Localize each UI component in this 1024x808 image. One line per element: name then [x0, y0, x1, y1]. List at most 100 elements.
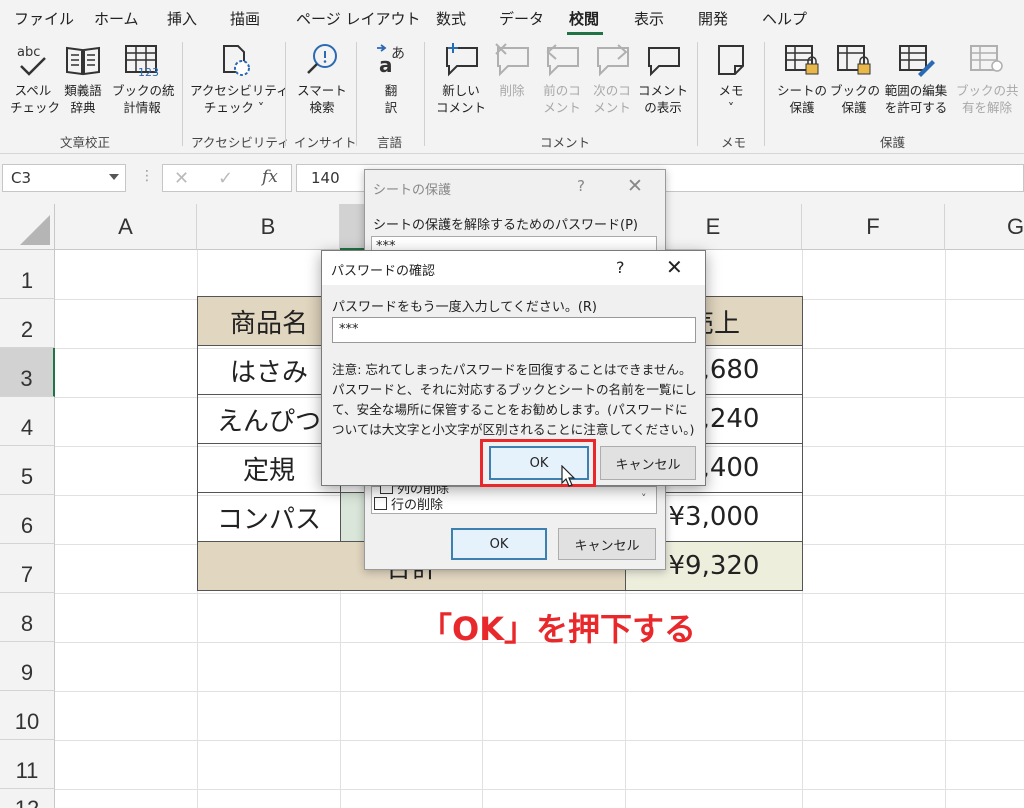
workbook-stats-label: ブックの統 計情報	[112, 83, 175, 115]
menu-draw[interactable]: 描画	[230, 8, 260, 29]
spell-icon-text: abc	[17, 45, 40, 60]
insert-function-icon[interactable]: fx	[262, 167, 278, 187]
thesaurus-button[interactable]: 類義語 辞典	[60, 42, 106, 116]
book-icon	[66, 46, 100, 76]
menu-insert[interactable]: 挿入	[167, 8, 197, 29]
instruction-annotation: 「OK」を押下する	[420, 610, 697, 648]
row-header-11[interactable]: 11	[0, 740, 55, 789]
gridline	[945, 250, 946, 808]
gridline	[55, 789, 1024, 790]
protect-sheet-button[interactable]: シートの 保護	[776, 42, 828, 116]
row-header-7[interactable]: 7	[0, 544, 55, 593]
name-box-value: C3	[11, 169, 32, 187]
group-comments-label: コメント	[540, 135, 591, 150]
row-header-10[interactable]: 10	[0, 691, 55, 740]
protect-dialog-title: シートの保護	[373, 183, 452, 198]
protect-cancel-button[interactable]: キャンセル	[558, 528, 656, 560]
menu-review[interactable]: 校閲	[569, 8, 599, 29]
list-item[interactable]: 行の削除	[374, 494, 443, 513]
protect-ok-button[interactable]: OK	[451, 528, 547, 560]
column-header-a[interactable]: A	[55, 204, 197, 250]
close-icon[interactable]: ✕	[627, 175, 643, 197]
allow-edit-label: 範囲の編集 を許可する	[884, 83, 948, 115]
unshare-label: ブックの共 有を解除	[956, 83, 1019, 115]
help-icon[interactable]: ?	[616, 258, 625, 277]
cell-b5[interactable]: 定規	[197, 443, 341, 493]
cell-b2[interactable]: 商品名	[197, 296, 341, 346]
column-header-g[interactable]: G	[945, 204, 1024, 250]
previous-comment-button[interactable]: 前のコ メント	[538, 42, 586, 116]
menu-page-layout[interactable]: ページ レイアウト	[296, 8, 420, 29]
menu-bar: ファイル ホーム 挿入 描画 ページ レイアウト 数式 データ 校閲 表示 開発…	[0, 0, 1024, 36]
row-header-8[interactable]: 8	[0, 593, 55, 642]
cancel-icon[interactable]: ✕	[174, 168, 189, 189]
new-comment-button[interactable]: 新しい コメント	[434, 42, 488, 116]
row-header-3[interactable]: 3	[0, 348, 55, 397]
group-separator	[285, 42, 286, 146]
translate-button[interactable]: a あ 翻 訳	[366, 42, 416, 116]
gridline	[55, 593, 1024, 594]
name-box[interactable]: C3	[2, 164, 126, 192]
cell-b3[interactable]: はさみ	[197, 345, 341, 395]
confirm-cancel-button[interactable]: キャンセル	[600, 446, 696, 480]
chevron-down-icon[interactable]	[109, 174, 119, 180]
active-tab-indicator	[567, 32, 603, 35]
protect-workbook-label: ブックの 保護	[830, 83, 881, 115]
delete-comment-button[interactable]: 削除	[490, 42, 534, 99]
show-comments-icon	[648, 47, 680, 77]
reenter-password-field[interactable]: ***	[332, 317, 696, 343]
next-comment-icon	[597, 44, 629, 77]
row-header-4[interactable]: 4	[0, 397, 55, 446]
translate-label: 翻 訳	[384, 83, 398, 115]
reenter-password-label: パスワードをもう一度入力してください。(R)	[332, 300, 598, 315]
stats-icon-text: 123	[138, 66, 159, 78]
next-comment-button[interactable]: 次のコ メント	[588, 42, 636, 116]
menu-home[interactable]: ホーム	[94, 8, 139, 29]
protect-workbook-icon	[837, 45, 871, 75]
ribbon: abc スペル チェック 類義語 辞典 123 ブックの統 計情報 文章校正 ア…	[0, 36, 1024, 154]
column-header-b[interactable]: B	[197, 204, 340, 250]
unshare-icon	[970, 45, 1003, 72]
menu-formulas[interactable]: 数式	[436, 8, 466, 29]
reenter-password-value: ***	[339, 322, 359, 337]
row-header-12[interactable]: 12	[0, 789, 55, 808]
notes-button[interactable]: メモ ˅	[708, 42, 754, 116]
cell-b6[interactable]: コンパス	[197, 492, 341, 542]
spell-check-button[interactable]: abc スペル チェック	[10, 42, 60, 116]
menu-file[interactable]: ファイル	[14, 8, 74, 29]
protect-workbook-button[interactable]: ブックの 保護	[830, 42, 881, 116]
menu-help[interactable]: ヘルプ	[762, 8, 807, 29]
group-separator	[182, 42, 183, 146]
row-header-2[interactable]: 2	[0, 299, 55, 348]
previous-comment-label: 前のコ メント	[543, 83, 581, 115]
translate-icon: a あ	[377, 44, 405, 77]
row-header-1[interactable]: 1	[0, 250, 55, 299]
svg-text:あ: あ	[391, 46, 405, 62]
stats-grid-icon: 123	[125, 45, 159, 78]
allow-edit-icon	[899, 45, 935, 77]
chevron-down-icon[interactable]: ˅	[641, 492, 647, 505]
show-comments-button[interactable]: コメント の表示	[638, 42, 688, 116]
permissions-list[interactable]: 列の削除 行の削除	[371, 481, 657, 514]
enter-check-icon[interactable]: ✓	[218, 168, 233, 189]
workbook-stats-button[interactable]: 123 ブックの統 計情報	[112, 42, 175, 116]
unshare-workbook-button[interactable]: ブックの共 有を解除	[956, 42, 1019, 116]
row-header-6[interactable]: 6	[0, 495, 55, 544]
select-all-corner[interactable]	[0, 204, 55, 250]
group-language-label: 言語	[377, 135, 403, 150]
formula-value: 140	[311, 169, 340, 187]
menu-view[interactable]: 表示	[634, 8, 664, 29]
menu-data[interactable]: データ	[499, 8, 544, 29]
row-header-5[interactable]: 5	[0, 446, 55, 495]
accessibility-check-button[interactable]: アクセシビリティ チェック ˅	[190, 42, 289, 116]
row-header-9[interactable]: 9	[0, 642, 55, 691]
cell-b4[interactable]: えんぴつ	[197, 394, 341, 444]
protect-password-label: シートの保護を解除するためのパスワード(P)	[373, 218, 638, 233]
checkbox[interactable]	[374, 497, 387, 510]
help-icon[interactable]: ?	[577, 177, 585, 195]
close-icon[interactable]: ✕	[666, 255, 683, 279]
allow-edit-ranges-button[interactable]: 範囲の編集 を許可する	[880, 42, 952, 116]
smart-lookup-button[interactable]: スマート 検索	[296, 42, 348, 116]
menu-developer[interactable]: 開発	[698, 8, 728, 29]
column-header-f[interactable]: F	[802, 204, 945, 250]
